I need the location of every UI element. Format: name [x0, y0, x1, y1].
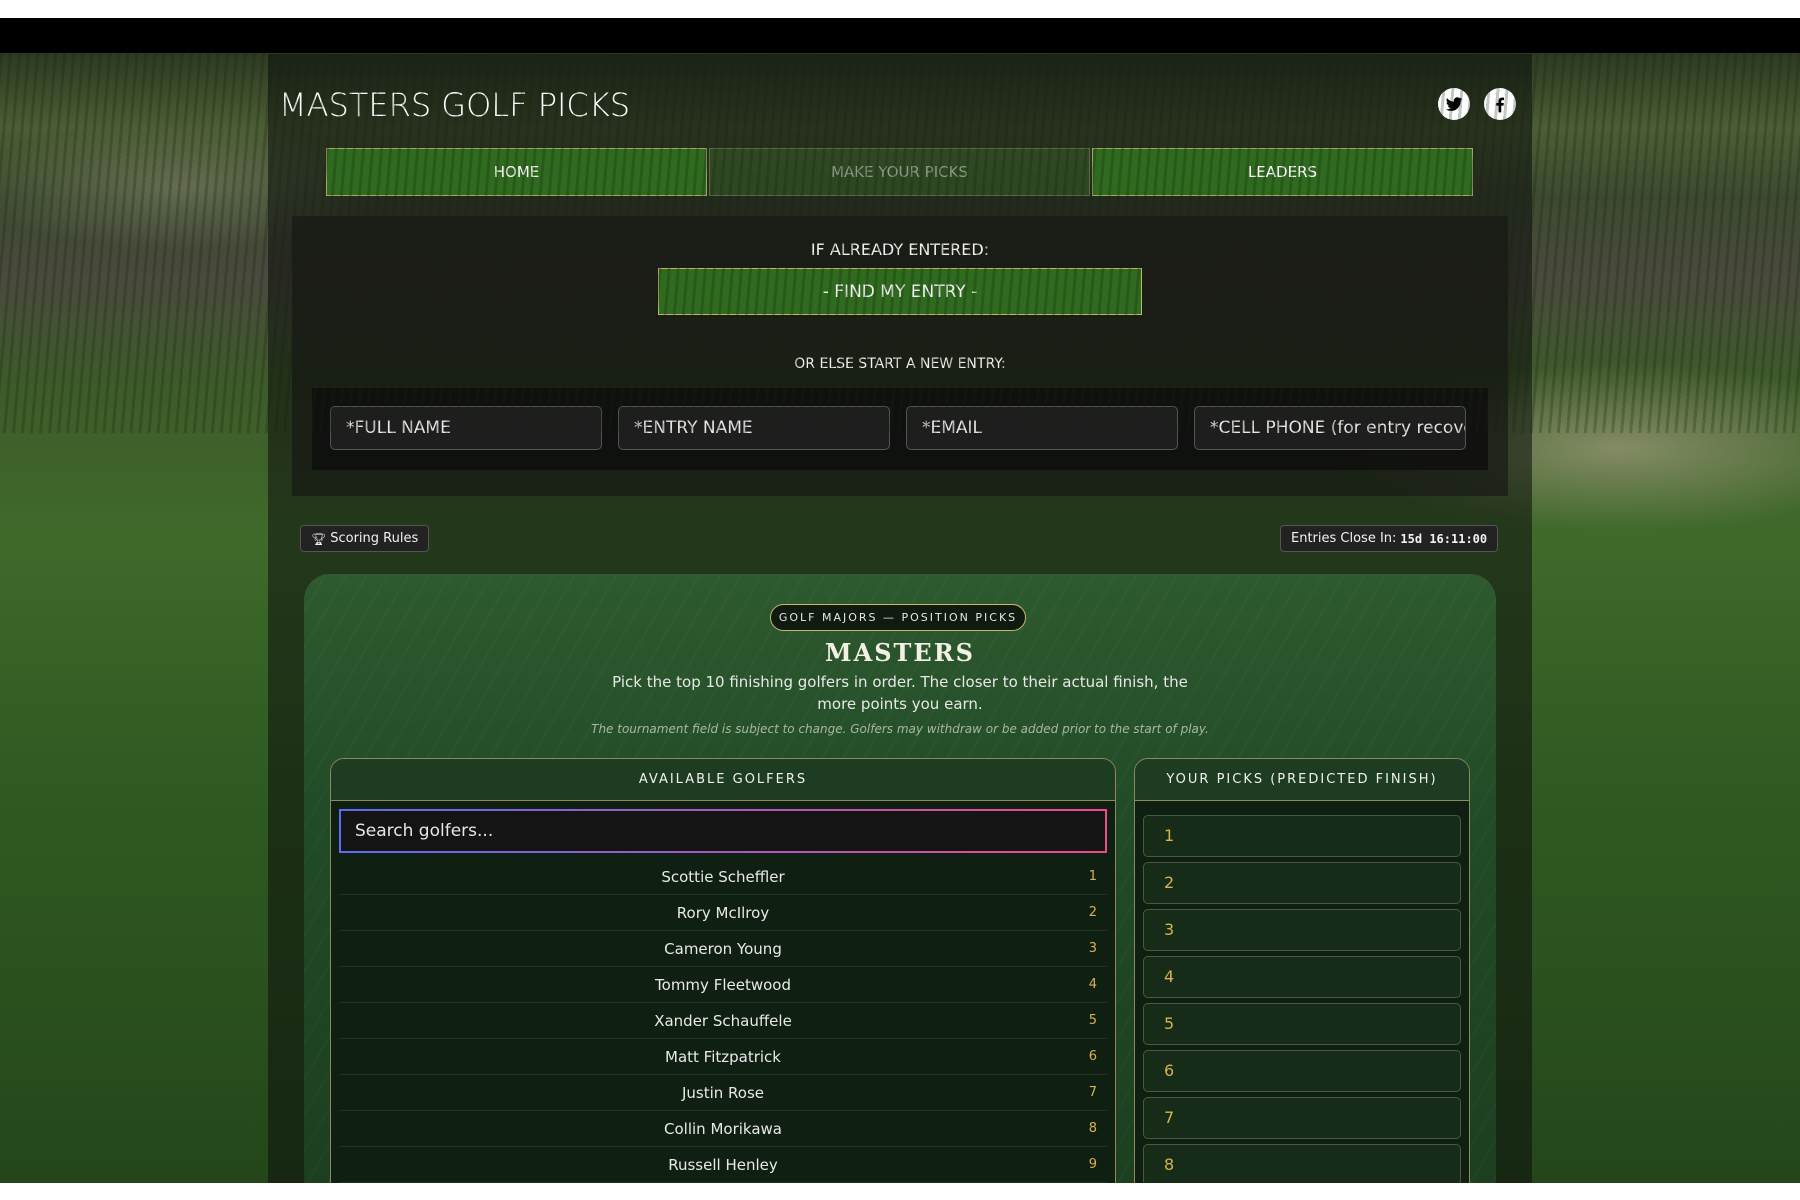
- event-title: MASTERS: [825, 638, 975, 667]
- contest-note: The tournament field is subject to chang…: [591, 722, 1209, 736]
- new-entry-label: OR ELSE START A NEW ENTRY:: [794, 356, 1006, 372]
- golfer-row[interactable]: Xander Schauffele 5: [339, 1003, 1107, 1039]
- golfer-name: Rory McIlroy: [676, 904, 770, 922]
- golfer-name: Russell Henley: [668, 1156, 778, 1174]
- pick-slot[interactable]: 8: [1143, 1144, 1461, 1183]
- trophy-icon: 🏆︎: [311, 531, 327, 546]
- site-title: MASTERS GOLF PICKS: [279, 86, 631, 124]
- background-image: MASTERS GOLF PICKS HOME MAKE YOUR PICKS …: [0, 18, 1800, 1183]
- your-picks-header: YOUR PICKS (PREDICTED FINISH): [1135, 759, 1469, 801]
- golfer-rank: 7: [1088, 1085, 1097, 1100]
- golfer-row[interactable]: Matt Fitzpatrick 6: [339, 1039, 1107, 1075]
- golfer-name: Cameron Young: [664, 940, 782, 958]
- golfer-row[interactable]: Cameron Young 3: [339, 931, 1107, 967]
- pick-slot[interactable]: 1: [1143, 815, 1461, 857]
- nav-make-your-picks[interactable]: MAKE YOUR PICKS: [709, 148, 1090, 196]
- golfer-name: Collin Morikawa: [664, 1120, 782, 1138]
- email-field[interactable]: *EMAIL: [906, 406, 1178, 450]
- golfer-rank: 5: [1088, 1013, 1097, 1028]
- golfer-row[interactable]: Tommy Fleetwood 4: [339, 967, 1107, 1003]
- entry-name-field[interactable]: *ENTRY NAME: [618, 406, 890, 450]
- scoring-rules-label: Scoring Rules: [330, 531, 419, 546]
- golfer-name: Tommy Fleetwood: [655, 976, 791, 994]
- contest-description: Pick the top 10 finishing golfers in ord…: [612, 673, 1188, 713]
- available-golfers-header: AVAILABLE GOLFERS: [331, 759, 1115, 801]
- contest-tag: GOLF MAJORS — POSITION PICKS: [770, 604, 1026, 631]
- cell-phone-field[interactable]: *CELL PHONE (for entry recove: [1194, 406, 1466, 450]
- pick-slot[interactable]: 2: [1143, 862, 1461, 904]
- countdown-value: 15d 16:11:00: [1400, 531, 1488, 546]
- golfer-row[interactable]: Collin Morikawa 8: [339, 1111, 1107, 1147]
- golfer-row[interactable]: Rory McIlroy 2: [339, 895, 1107, 931]
- golfer-rank: 9: [1088, 1157, 1097, 1172]
- pick-slot[interactable]: 7: [1143, 1097, 1461, 1139]
- scoring-rules-button[interactable]: 🏆︎ Scoring Rules: [300, 525, 430, 552]
- golfer-row[interactable]: Justin Rose 7: [339, 1075, 1107, 1111]
- available-golfers-panel: AVAILABLE GOLFERS Search golfers... Scot…: [330, 758, 1116, 1183]
- golfer-rank: 4: [1088, 977, 1097, 992]
- golfer-rank: 3: [1088, 941, 1097, 956]
- golfer-name: Justin Rose: [681, 1084, 765, 1102]
- golfer-search-input[interactable]: Search golfers...: [339, 809, 1107, 853]
- golfer-name: Xander Schauffele: [654, 1012, 792, 1030]
- find-entry-button[interactable]: - FIND MY ENTRY -: [658, 268, 1142, 315]
- golfer-rank: 1: [1088, 869, 1097, 884]
- entry-fields: *FULL NAME *ENTRY NAME *EMAIL *CELL PHON…: [312, 388, 1488, 470]
- nav-home[interactable]: HOME: [326, 148, 707, 196]
- golfer-name: Matt Fitzpatrick: [665, 1048, 781, 1066]
- pick-slot[interactable]: 5: [1143, 1003, 1461, 1045]
- nav-leaders[interactable]: LEADERS: [1092, 148, 1473, 196]
- countdown-label: Entries Close In:: [1291, 531, 1397, 546]
- facebook-icon[interactable]: [1484, 88, 1516, 120]
- countdown-badge: Entries Close In: 15d 16:11:00: [1280, 525, 1499, 552]
- page-container: MASTERS GOLF PICKS HOME MAKE YOUR PICKS …: [268, 54, 1532, 1183]
- golfer-rank: 8: [1088, 1121, 1097, 1136]
- golfer-name: Scottie Scheffler: [661, 868, 785, 886]
- contest-panel: GOLF MAJORS — POSITION PICKS MASTERS Pic…: [304, 574, 1496, 1183]
- your-picks-panel: YOUR PICKS (PREDICTED FINISH) 1 2 3 4 5 6 7 8: [1134, 758, 1470, 1183]
- golfer-row[interactable]: Scottie Scheffler 1: [339, 859, 1107, 895]
- golfer-row[interactable]: Russell Henley 9: [339, 1147, 1107, 1183]
- pick-slot[interactable]: 3: [1143, 909, 1461, 951]
- golfer-rank: 6: [1088, 1049, 1097, 1064]
- twitter-icon[interactable]: [1438, 88, 1470, 120]
- full-name-field[interactable]: *FULL NAME: [330, 406, 602, 450]
- pick-slot[interactable]: 4: [1143, 956, 1461, 998]
- entry-section: IF ALREADY ENTERED: - FIND MY ENTRY - OR…: [292, 216, 1508, 496]
- pick-slot[interactable]: 6: [1143, 1050, 1461, 1092]
- already-entered-label: IF ALREADY ENTERED:: [810, 240, 990, 259]
- golfer-rank: 2: [1088, 905, 1097, 920]
